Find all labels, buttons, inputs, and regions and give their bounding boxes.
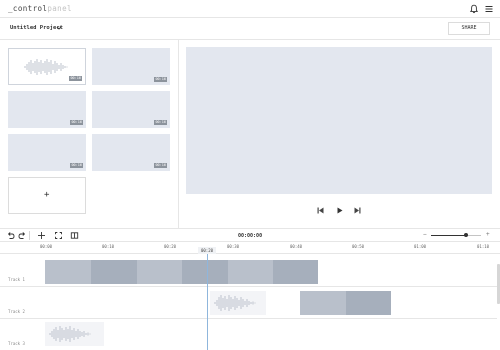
app-logo[interactable]: _controlpanel bbox=[8, 4, 72, 13]
clip-frame bbox=[300, 291, 346, 315]
media-library: 00:16 00:16 00:16 00:16 00:16 00:16 + bbox=[0, 40, 179, 228]
audio-clip[interactable] bbox=[210, 291, 266, 315]
skip-forward-icon[interactable] bbox=[353, 206, 362, 215]
media-duration: 00:16 bbox=[154, 77, 167, 82]
menu-icon[interactable] bbox=[484, 4, 494, 14]
media-item[interactable]: 00:16 bbox=[92, 134, 170, 171]
chevron-down-icon[interactable] bbox=[56, 25, 62, 31]
zoom-slider[interactable] bbox=[431, 233, 481, 237]
clip-frame bbox=[182, 260, 228, 284]
clip-frame bbox=[273, 260, 318, 284]
media-duration: 00:16 bbox=[70, 120, 83, 125]
media-item[interactable]: 00:16 bbox=[92, 91, 170, 128]
zoom-slider-handle[interactable] bbox=[464, 233, 468, 237]
share-button[interactable]: SHARE bbox=[448, 22, 490, 35]
zoom-in-button[interactable]: + bbox=[486, 232, 490, 238]
playhead-time-label[interactable]: 00:20 bbox=[198, 247, 216, 254]
timeline-ruler[interactable]: 00:00 00:10 00:20 00:30 00:40 00:50 01:0… bbox=[0, 242, 500, 254]
clip-frame bbox=[346, 291, 391, 315]
redo-icon[interactable] bbox=[18, 231, 27, 240]
top-bar: _controlpanel bbox=[0, 0, 500, 18]
waveform-icon bbox=[24, 59, 68, 75]
zoom-out-button[interactable]: − bbox=[423, 232, 427, 238]
media-item[interactable]: 00:16 bbox=[8, 48, 86, 85]
plus-icon: + bbox=[44, 190, 50, 200]
ruler-tick: 00:40 bbox=[290, 244, 303, 249]
media-duration: 00:16 bbox=[70, 163, 83, 168]
clip-frame bbox=[45, 260, 91, 284]
audio-clip[interactable] bbox=[45, 322, 104, 346]
video-preview[interactable] bbox=[186, 47, 492, 194]
timeline-toolbar: 00:00:00 − + bbox=[0, 228, 500, 242]
split-icon[interactable] bbox=[37, 231, 46, 240]
bell-icon[interactable] bbox=[469, 4, 479, 14]
play-icon[interactable] bbox=[335, 206, 344, 215]
media-duration: 00:16 bbox=[154, 163, 167, 168]
track-label: Track 2 bbox=[8, 309, 25, 314]
layout-icon[interactable] bbox=[70, 231, 79, 240]
timecode-display: 00:00:00 bbox=[238, 233, 263, 239]
ruler-tick: 01:10 bbox=[477, 244, 490, 249]
media-item[interactable]: 00:16 bbox=[92, 48, 170, 85]
toolbar-divider bbox=[29, 231, 30, 240]
clip-frame bbox=[91, 260, 137, 284]
ruler-tick: 01:00 bbox=[414, 244, 427, 249]
ruler-tick: 00:10 bbox=[102, 244, 115, 249]
track-label: Track 3 bbox=[8, 341, 25, 346]
track-row: Track 3 bbox=[0, 319, 497, 350]
media-duration: 00:16 bbox=[69, 76, 82, 81]
video-clip[interactable] bbox=[45, 260, 318, 284]
ruler-tick: 00:00 bbox=[40, 244, 53, 249]
media-item[interactable]: 00:16 bbox=[8, 134, 86, 171]
project-bar: Untitled Project SHARE bbox=[0, 18, 500, 40]
add-media-button[interactable]: + bbox=[8, 177, 86, 214]
skip-back-icon[interactable] bbox=[316, 206, 325, 215]
waveform-icon bbox=[49, 326, 91, 342]
track-row: Track 1 bbox=[0, 255, 497, 287]
undo-icon[interactable] bbox=[6, 231, 15, 240]
clip-frame bbox=[137, 260, 182, 284]
video-clip[interactable] bbox=[300, 291, 391, 315]
media-duration: 00:16 bbox=[154, 120, 167, 125]
track-row: Track 2 bbox=[0, 287, 497, 319]
playhead-line[interactable] bbox=[207, 254, 208, 350]
track-label: Track 1 bbox=[8, 277, 25, 282]
waveform-icon bbox=[214, 295, 256, 311]
zoom-slider-fill bbox=[431, 235, 466, 236]
clip-frame bbox=[228, 260, 273, 284]
fullscreen-icon[interactable] bbox=[54, 231, 63, 240]
ruler-tick: 00:30 bbox=[227, 244, 240, 249]
ruler-tick: 00:20 bbox=[164, 244, 177, 249]
media-item[interactable]: 00:16 bbox=[8, 91, 86, 128]
ruler-tick: 00:50 bbox=[352, 244, 365, 249]
